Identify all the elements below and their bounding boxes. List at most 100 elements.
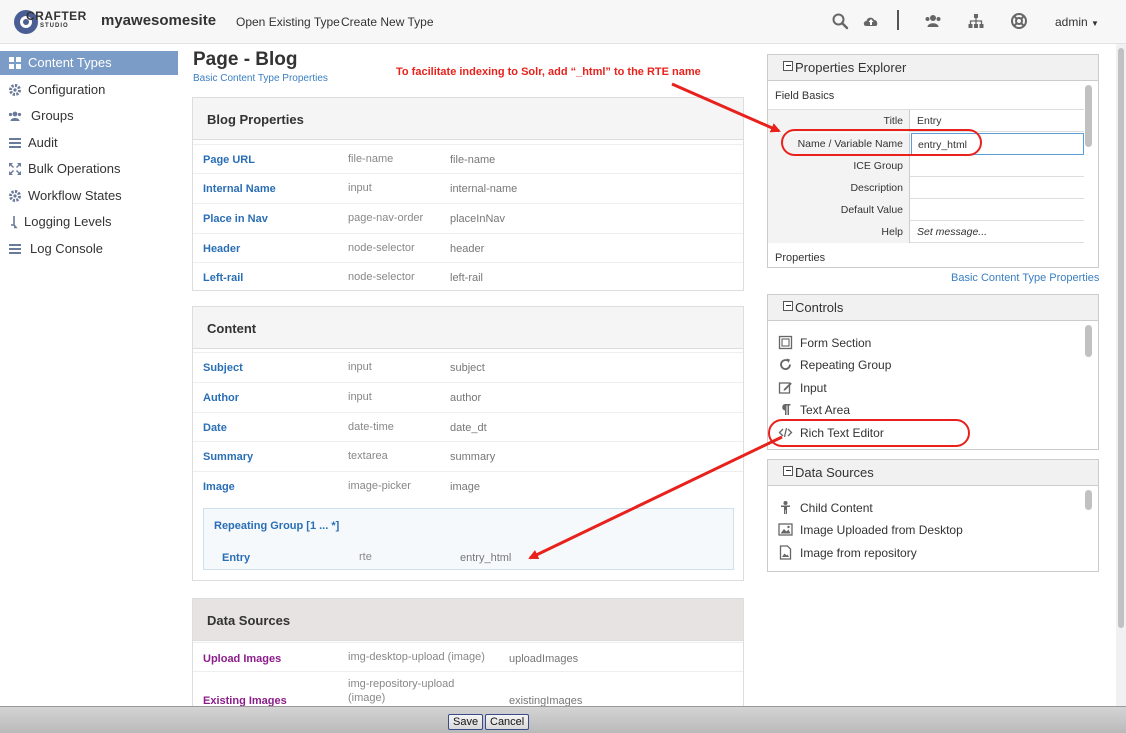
datasource-label: Upload Images bbox=[203, 653, 282, 665]
repeat-icon bbox=[780, 358, 791, 370]
panel-header[interactable]: Data Sources bbox=[768, 460, 1098, 486]
help-lifebuoy-icon[interactable] bbox=[1010, 12, 1028, 30]
sidebar-item-configuration[interactable]: Configuration bbox=[0, 78, 178, 102]
property-row[interactable]: Help Set message... bbox=[768, 221, 1084, 243]
sitemap-icon[interactable] bbox=[967, 12, 985, 30]
panel-scrollbar[interactable] bbox=[1085, 85, 1092, 147]
sidebar-item-audit[interactable]: Audit bbox=[0, 131, 178, 155]
datasource-image-repository[interactable]: Image from repository bbox=[778, 543, 1078, 563]
field-row[interactable]: Place in Nav page-nav-order placeInNav bbox=[193, 203, 743, 231]
collapse-icon[interactable] bbox=[783, 301, 793, 311]
datasource-label: Image Uploaded from Desktop bbox=[800, 523, 963, 537]
level-icon bbox=[11, 216, 18, 229]
users-icon bbox=[8, 111, 22, 121]
data-sources-panel: Data Sources Child Content Image Uploade… bbox=[767, 459, 1099, 572]
basic-properties-link[interactable]: Basic Content Type Properties bbox=[193, 73, 328, 84]
logo-text: CRAFTER bbox=[26, 9, 87, 23]
field-row[interactable]: Author input author bbox=[193, 382, 743, 410]
field-id: left-rail bbox=[450, 272, 484, 284]
page-scrollbar-thumb[interactable] bbox=[1118, 48, 1124, 628]
field-row[interactable]: Internal Name input internal-name bbox=[193, 173, 743, 201]
field-row[interactable]: Subject input subject bbox=[193, 352, 743, 380]
cloud-upload-icon[interactable] bbox=[862, 12, 880, 30]
panel-header[interactable]: Controls bbox=[768, 295, 1098, 321]
field-row[interactable]: Date date-time date_dt bbox=[193, 412, 743, 440]
users-icon[interactable] bbox=[924, 12, 942, 30]
sidebar-item-logging-levels[interactable]: Logging Levels bbox=[0, 210, 178, 234]
field-label: Image bbox=[203, 481, 235, 493]
property-row[interactable]: Default Value bbox=[768, 199, 1084, 221]
open-existing-type-link[interactable]: Open Existing Type bbox=[236, 15, 340, 29]
basic-content-type-properties-link[interactable]: Basic Content Type Properties bbox=[951, 272, 1099, 284]
sidebar-item-label: Log Console bbox=[30, 241, 103, 256]
datasource-image-desktop[interactable]: Image Uploaded from Desktop bbox=[778, 520, 1078, 540]
property-row[interactable]: Description bbox=[768, 177, 1084, 199]
expand-icon bbox=[9, 163, 21, 175]
sidebar-item-label: Configuration bbox=[28, 82, 106, 97]
property-key-label: ICE Group bbox=[853, 160, 903, 172]
sidebar-item-content-types[interactable]: Content Types bbox=[0, 51, 178, 75]
save-button[interactable]: Save bbox=[448, 714, 484, 730]
sidebar-item-workflow-states[interactable]: Workflow States bbox=[0, 184, 178, 208]
panel-scrollbar[interactable] bbox=[1085, 490, 1092, 510]
section-header[interactable]: Data Sources bbox=[193, 599, 743, 641]
cancel-button[interactable]: Cancel bbox=[485, 714, 530, 730]
field-row[interactable]: Image image-picker image bbox=[193, 471, 743, 499]
toolbar-divider bbox=[897, 10, 899, 30]
control-input[interactable]: Input bbox=[778, 378, 1078, 398]
field-label: Date bbox=[203, 422, 227, 434]
user-name: admin bbox=[1055, 15, 1088, 29]
field-row[interactable]: Page URL file-name file-name bbox=[193, 144, 743, 172]
property-key: Description bbox=[768, 177, 910, 199]
top-bar: CRAFTER STUDIO myawesomesite Open Existi… bbox=[0, 0, 1126, 44]
property-value[interactable] bbox=[911, 177, 1084, 199]
control-form-section[interactable]: Form Section bbox=[778, 333, 1078, 353]
control-text-area[interactable]: Text Area bbox=[778, 400, 1078, 420]
collapse-icon[interactable] bbox=[783, 466, 793, 476]
panel-scrollbar[interactable] bbox=[1085, 325, 1092, 357]
field-label: Internal Name bbox=[203, 183, 276, 195]
field-row-entry[interactable]: Entry rte entry_html bbox=[204, 543, 733, 571]
site-name[interactable]: myawesomesite bbox=[101, 12, 216, 29]
property-key-label: Description bbox=[850, 182, 903, 194]
field-label: Left-rail bbox=[203, 272, 244, 284]
page-scrollbar[interactable] bbox=[1116, 44, 1126, 706]
control-repeating-group[interactable]: Repeating Group bbox=[778, 355, 1078, 375]
datasource-child-content[interactable]: Child Content bbox=[778, 498, 1078, 518]
form-section-blog-properties[interactable]: Blog Properties Page URL file-name file-… bbox=[192, 97, 744, 291]
property-value[interactable] bbox=[911, 155, 1084, 177]
repeating-group[interactable]: Repeating Group [1 ... *] Entry rte entr… bbox=[203, 508, 734, 570]
datasource-label: Image from repository bbox=[800, 546, 917, 560]
field-label: Summary bbox=[203, 451, 254, 463]
field-id: subject bbox=[450, 362, 485, 374]
property-row[interactable]: ICE Group bbox=[768, 155, 1084, 177]
form-footer-bar: Save Cancel bbox=[0, 706, 1126, 733]
create-new-type-link[interactable]: Create New Type bbox=[341, 15, 434, 29]
datasource-label: Child Content bbox=[800, 501, 873, 515]
sidebar-item-groups[interactable]: Groups bbox=[0, 104, 178, 128]
section-title: Blog Properties bbox=[207, 112, 304, 127]
field-row[interactable]: Header node-selector header bbox=[193, 233, 743, 261]
image-icon bbox=[778, 523, 793, 536]
panel-header[interactable]: Properties Explorer bbox=[768, 55, 1098, 81]
property-value[interactable]: Set message... bbox=[911, 221, 1084, 243]
repeating-group-title: Repeating Group [1 ... *] bbox=[214, 520, 340, 532]
search-icon[interactable] bbox=[831, 12, 849, 30]
section-header[interactable]: Blog Properties bbox=[193, 98, 743, 140]
sidebar-item-log-console[interactable]: Log Console bbox=[0, 237, 178, 261]
property-value[interactable] bbox=[911, 199, 1084, 221]
property-key-label: Help bbox=[881, 226, 903, 238]
datasource-row[interactable]: Existing Images img-repository-upload (i… bbox=[193, 671, 743, 711]
section-header[interactable]: Content bbox=[193, 307, 743, 349]
form-section-data-sources[interactable]: Data Sources Upload Images img-desktop-u… bbox=[192, 598, 744, 718]
field-row[interactable]: Left-rail node-selector left-rail bbox=[193, 262, 743, 290]
child-content-icon bbox=[781, 501, 790, 514]
collapse-icon[interactable] bbox=[783, 61, 793, 71]
sidebar-item-bulk-operations[interactable]: Bulk Operations bbox=[0, 157, 178, 181]
field-row[interactable]: Summary textarea summary bbox=[193, 441, 743, 469]
property-key: ICE Group bbox=[768, 155, 910, 177]
highlight-oval-variable-name bbox=[781, 129, 982, 156]
user-menu[interactable]: admin ▼ bbox=[1055, 15, 1099, 29]
field-id: internal-name bbox=[450, 183, 518, 195]
datasource-row[interactable]: Upload Images img-desktop-upload (image)… bbox=[193, 642, 743, 670]
